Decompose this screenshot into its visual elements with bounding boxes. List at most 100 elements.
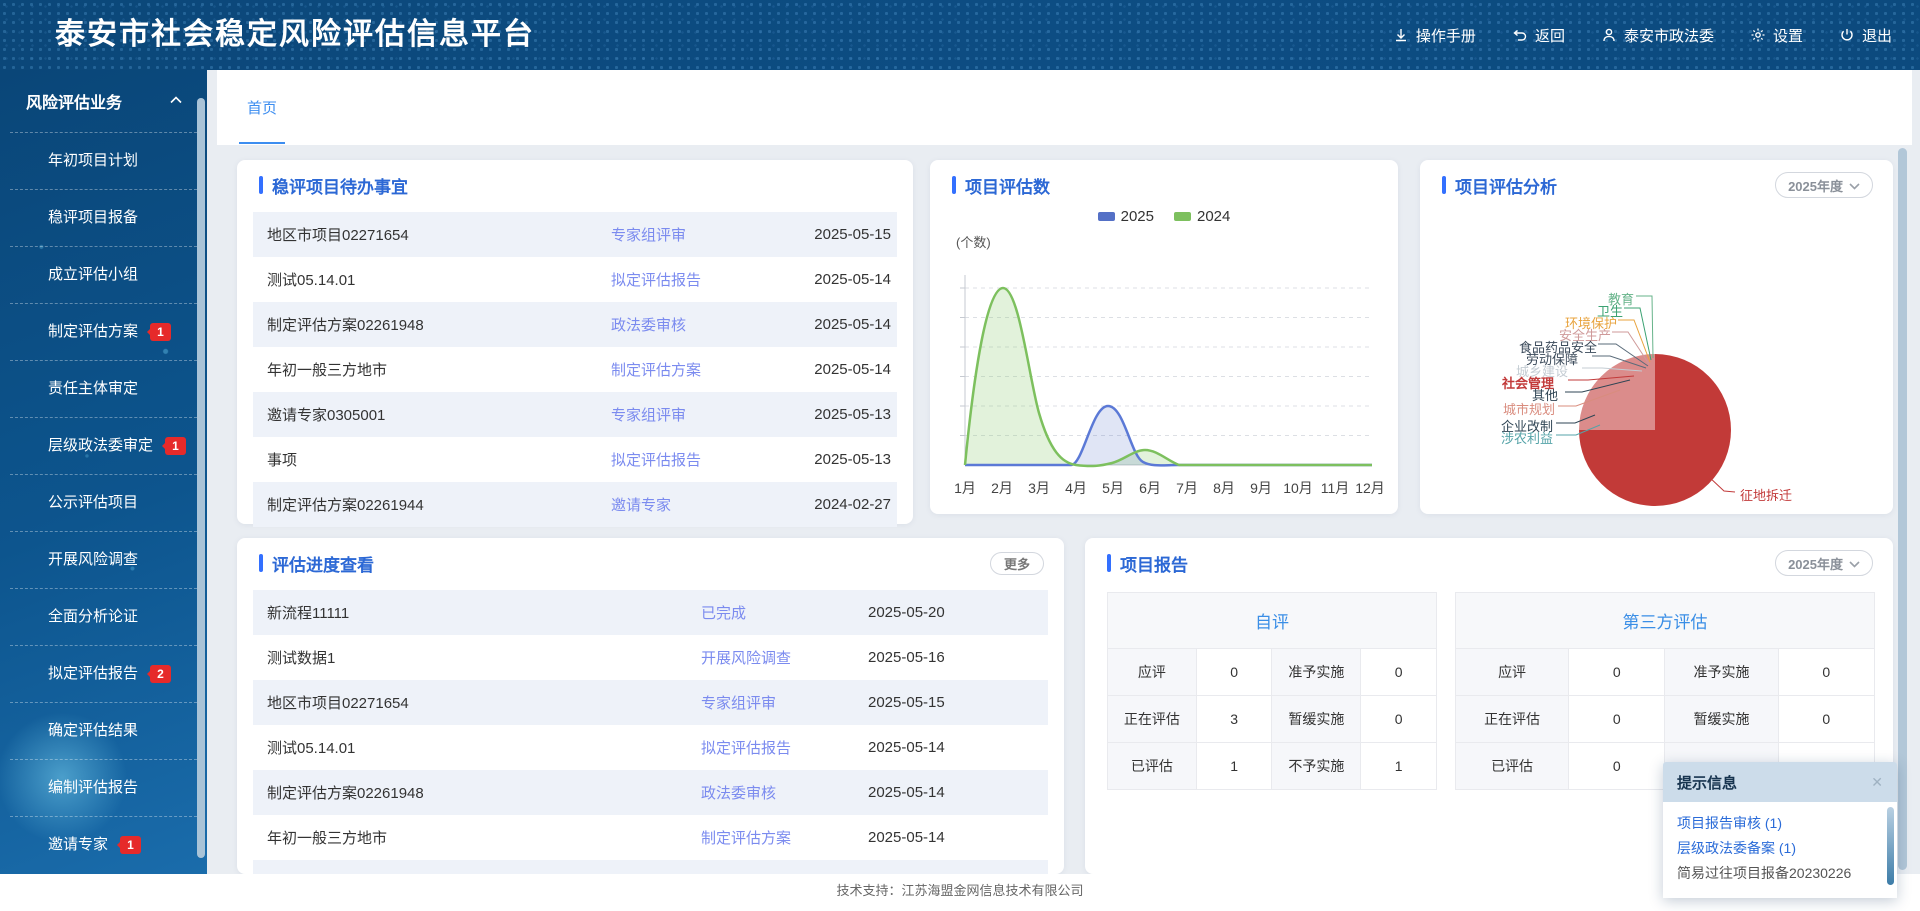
sidebar-item-publicize[interactable]: 公示评估项目 <box>0 474 207 531</box>
sidebar-item-subject-review[interactable]: 责任主体审定 <box>0 360 207 417</box>
page-footer: 技术支持：江苏海盟金网信息技术有限公司 <box>0 874 1920 911</box>
tab-home[interactable]: 首页 <box>239 70 285 144</box>
stage-link[interactable]: 专家组评审 <box>611 404 781 425</box>
stage-link[interactable]: 专家组评审 <box>611 224 781 245</box>
table-cell: 0 <box>1569 743 1665 790</box>
legend-2025[interactable]: 2025 <box>1098 208 1154 225</box>
stage-link[interactable]: 拟定评估报告 <box>701 737 864 758</box>
user-label: 泰安市政法委 <box>1624 25 1714 46</box>
sidebar-item-analysis[interactable]: 全面分析论证 <box>0 588 207 645</box>
table-cell: 暂缓实施 <box>1665 696 1778 743</box>
pie-label[interactable]: 征地拆迁 <box>1740 485 1792 504</box>
table-cell: 应评 <box>1108 649 1197 696</box>
third-party-table: 第三方评估 应评0准予实施0 正在评估0暂缓实施0 已评估0 <box>1455 592 1875 790</box>
table-row: 年初一般三方地市制定评估方案2025-05-14 <box>253 347 897 392</box>
project-name: 制定评估方案02261944 <box>267 494 611 515</box>
table-row: 地区市项目02271654专家组评审2025-05-15 <box>253 212 897 257</box>
toast-scrollbar[interactable] <box>1887 807 1894 885</box>
sidebar-item-invite-expert[interactable]: 邀请专家1 <box>0 816 207 873</box>
stage-link[interactable]: 邀请专家 <box>611 494 781 515</box>
table-cell: 0 <box>1778 649 1874 696</box>
settings-button[interactable]: 设置 <box>1750 25 1803 46</box>
logout-button[interactable]: 退出 <box>1839 25 1892 46</box>
svg-text:5月: 5月 <box>1102 480 1124 496</box>
download-icon <box>1393 27 1409 43</box>
self-table-header: 自评 <box>1108 593 1437 649</box>
sidebar-item-label: 确定评估结果 <box>48 722 138 739</box>
stage-link[interactable]: 拟定评估报告 <box>611 269 781 290</box>
progress-card: 评估进度查看 更多 新流程11111已完成2025-05-20 测试数据1开展风… <box>237 538 1064 874</box>
table-row: 年初一般三方地市制定评估方案2025-05-14 <box>253 815 1048 860</box>
table-cell: 0 <box>1778 696 1874 743</box>
sidebar-item-annual-plan[interactable]: 年初项目计划 <box>0 132 207 189</box>
legend-label: 2024 <box>1197 208 1230 225</box>
close-icon[interactable]: ✕ <box>1871 774 1883 791</box>
settings-label: 设置 <box>1773 25 1803 46</box>
title-bar-icon <box>1442 176 1446 194</box>
count-badge: 2 <box>150 665 171 683</box>
sidebar-item-label: 制定评估方案 <box>48 323 138 340</box>
count-badge: 1 <box>165 437 186 455</box>
logout-label: 退出 <box>1862 25 1892 46</box>
tab-bar: 首页 <box>217 70 1912 145</box>
count-badge: 1 <box>150 323 171 341</box>
x-axis-labels: 1月2月 3月4月 5月6月 7月8月 9月10月 11月12月 <box>954 480 1385 496</box>
svg-text:3月: 3月 <box>1028 480 1050 496</box>
sidebar-item-draft-report[interactable]: 拟定评估报告2 <box>0 645 207 702</box>
sidebar-item-label: 层级政法委审定 <box>48 437 153 454</box>
more-button[interactable]: 更多 <box>990 552 1044 575</box>
sidebar-group-risk-assessment[interactable]: 风险评估业务 <box>0 70 207 132</box>
sidebar-item-label: 开展风险调查 <box>48 551 138 568</box>
year-select[interactable]: 2025年度 <box>1775 550 1873 576</box>
sidebar-item-committee-review[interactable]: 层级政法委审定 1 <box>0 417 207 474</box>
sidebar-scrollbar[interactable] <box>197 98 205 858</box>
toast-title: 提示信息 <box>1677 772 1871 793</box>
toast-body: 项目报告审核 (1) 层级政法委备案 (1) 简易过往项目报备20230226 <box>1663 802 1897 898</box>
table-cell: 正在评估 <box>1108 696 1197 743</box>
sidebar-item-project-filing[interactable]: 稳评项目报备 <box>0 189 207 246</box>
stage-link[interactable]: 政法委审核 <box>611 314 781 335</box>
sidebar-item-compile-report[interactable]: 编制评估报告 <box>0 759 207 816</box>
stage-link[interactable]: 政法委审核 <box>701 782 864 803</box>
row-date: 2025-05-14 <box>781 361 891 378</box>
legend-swatch-2024 <box>1174 212 1191 221</box>
sidebar-item-form-team[interactable]: 成立评估小组 <box>0 246 207 303</box>
sidebar-item-label: 责任主体审定 <box>48 380 138 397</box>
manual-button[interactable]: 操作手册 <box>1393 25 1476 46</box>
project-name: 地区市项目02271654 <box>267 224 611 245</box>
notification-toast: 提示信息 ✕ 项目报告审核 (1) 层级政法委备案 (1) 简易过往项目报备20… <box>1663 762 1897 898</box>
page-scrollbar[interactable] <box>1898 148 1907 870</box>
stage-link[interactable]: 开展风险调查 <box>701 647 864 668</box>
stage-link[interactable]: 制定评估方案 <box>701 827 864 848</box>
pie-title-text: 项目评估分析 <box>1455 173 1775 198</box>
count-title-text: 项目评估数 <box>965 173 1378 198</box>
toast-link-committee-filing[interactable]: 层级政法委备案 (1) <box>1677 836 1879 861</box>
stage-link[interactable]: 拟定评估报告 <box>611 449 781 470</box>
table-cell: 已评估 <box>1456 743 1569 790</box>
sidebar-item-make-plan[interactable]: 制定评估方案 1 <box>0 303 207 360</box>
row-date: 2025-05-14 <box>864 784 994 801</box>
pie-label[interactable]: 涉农利益 <box>1501 428 1553 447</box>
table-row: 制定评估方案02261948政法委审核2025-05-14 <box>253 302 897 347</box>
row-date: 2025-05-16 <box>864 649 994 666</box>
toast-link-report-review[interactable]: 项目报告审核 (1) <box>1677 811 1879 836</box>
year-select[interactable]: 2025年度 <box>1775 172 1873 198</box>
stage-link[interactable]: 制定评估方案 <box>611 359 781 380</box>
legend-2024[interactable]: 2024 <box>1174 208 1230 225</box>
stage-link[interactable]: 专家组评审 <box>701 692 864 713</box>
y-axis-unit-label: (个数) <box>956 232 1398 251</box>
stage-link[interactable]: 已完成 <box>701 602 864 623</box>
title-bar-icon <box>1107 554 1111 572</box>
title-bar-icon <box>259 554 263 572</box>
table-cell: 不予实施 <box>1272 743 1361 790</box>
row-date: 2025-05-14 <box>864 829 994 846</box>
sidebar-item-risk-survey[interactable]: 开展风险调查 <box>0 531 207 588</box>
user-menu[interactable]: 泰安市政法委 <box>1601 25 1714 46</box>
report-card-title: 项目报告 2025年度 <box>1085 538 1893 588</box>
back-button[interactable]: 返回 <box>1512 25 1565 46</box>
gear-icon <box>1750 27 1766 43</box>
svg-text:11月: 11月 <box>1321 480 1350 496</box>
table-cell: 3 <box>1196 696 1272 743</box>
row-date: 2025-05-14 <box>781 316 891 333</box>
sidebar-item-confirm-result[interactable]: 确定评估结果 <box>0 702 207 759</box>
